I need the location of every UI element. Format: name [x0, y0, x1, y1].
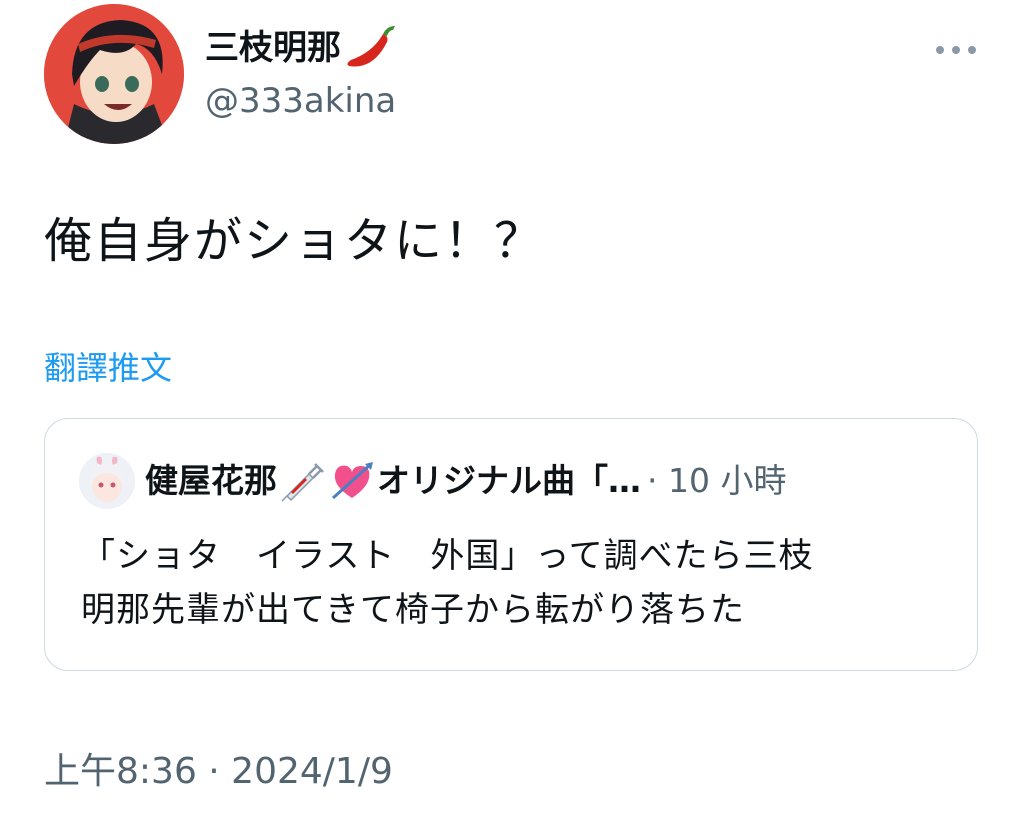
author-display-name[interactable]: 三枝明那 — [205, 22, 401, 74]
hot-pepper-icon — [343, 22, 401, 74]
quoted-tweet-header: 健屋花那 オリジナル曲「… · 10 小時 — [145, 455, 786, 507]
syringe-icon — [279, 458, 325, 504]
translate-tweet-link[interactable]: 翻譯推文 — [44, 346, 172, 390]
author-handle[interactable]: @333akina — [205, 78, 396, 124]
more-options-icon[interactable] — [936, 40, 976, 60]
dot-icon — [936, 46, 944, 54]
author-name-text: 三枝明那 — [205, 28, 341, 68]
quoted-author-name-suffix: オリジナル曲「… — [377, 461, 641, 500]
dot-icon — [968, 46, 976, 54]
quoted-tweet-line: 「ショタ イラスト 外国」って調べたら三枝 — [81, 536, 814, 576]
quoted-author-avatar — [79, 453, 135, 509]
quoted-tweet-card[interactable]: 健屋花那 オリジナル曲「… · 10 小時 「ショタ イラスト 外国」って調べた… — [44, 418, 978, 671]
heart-with-arrow-icon — [329, 458, 375, 504]
author-avatar[interactable] — [44, 4, 184, 144]
quoted-tweet-time: · 10 小時 — [647, 461, 787, 500]
quoted-tweet-line: 明那先輩が出てきて椅子から転がり落ちた — [81, 590, 745, 630]
tweet-text: 俺自身がショタに！？ — [44, 213, 545, 269]
tweet-timestamp[interactable]: 上午8:36 · 2024/1/9 — [44, 748, 393, 796]
quoted-author-name: 健屋花那 — [145, 461, 277, 500]
quoted-tweet-text: 「ショタ イラスト 外国」って調べたら三枝 明那先輩が出てきて椅子から転がり落ち… — [81, 529, 814, 637]
dot-icon — [952, 46, 960, 54]
